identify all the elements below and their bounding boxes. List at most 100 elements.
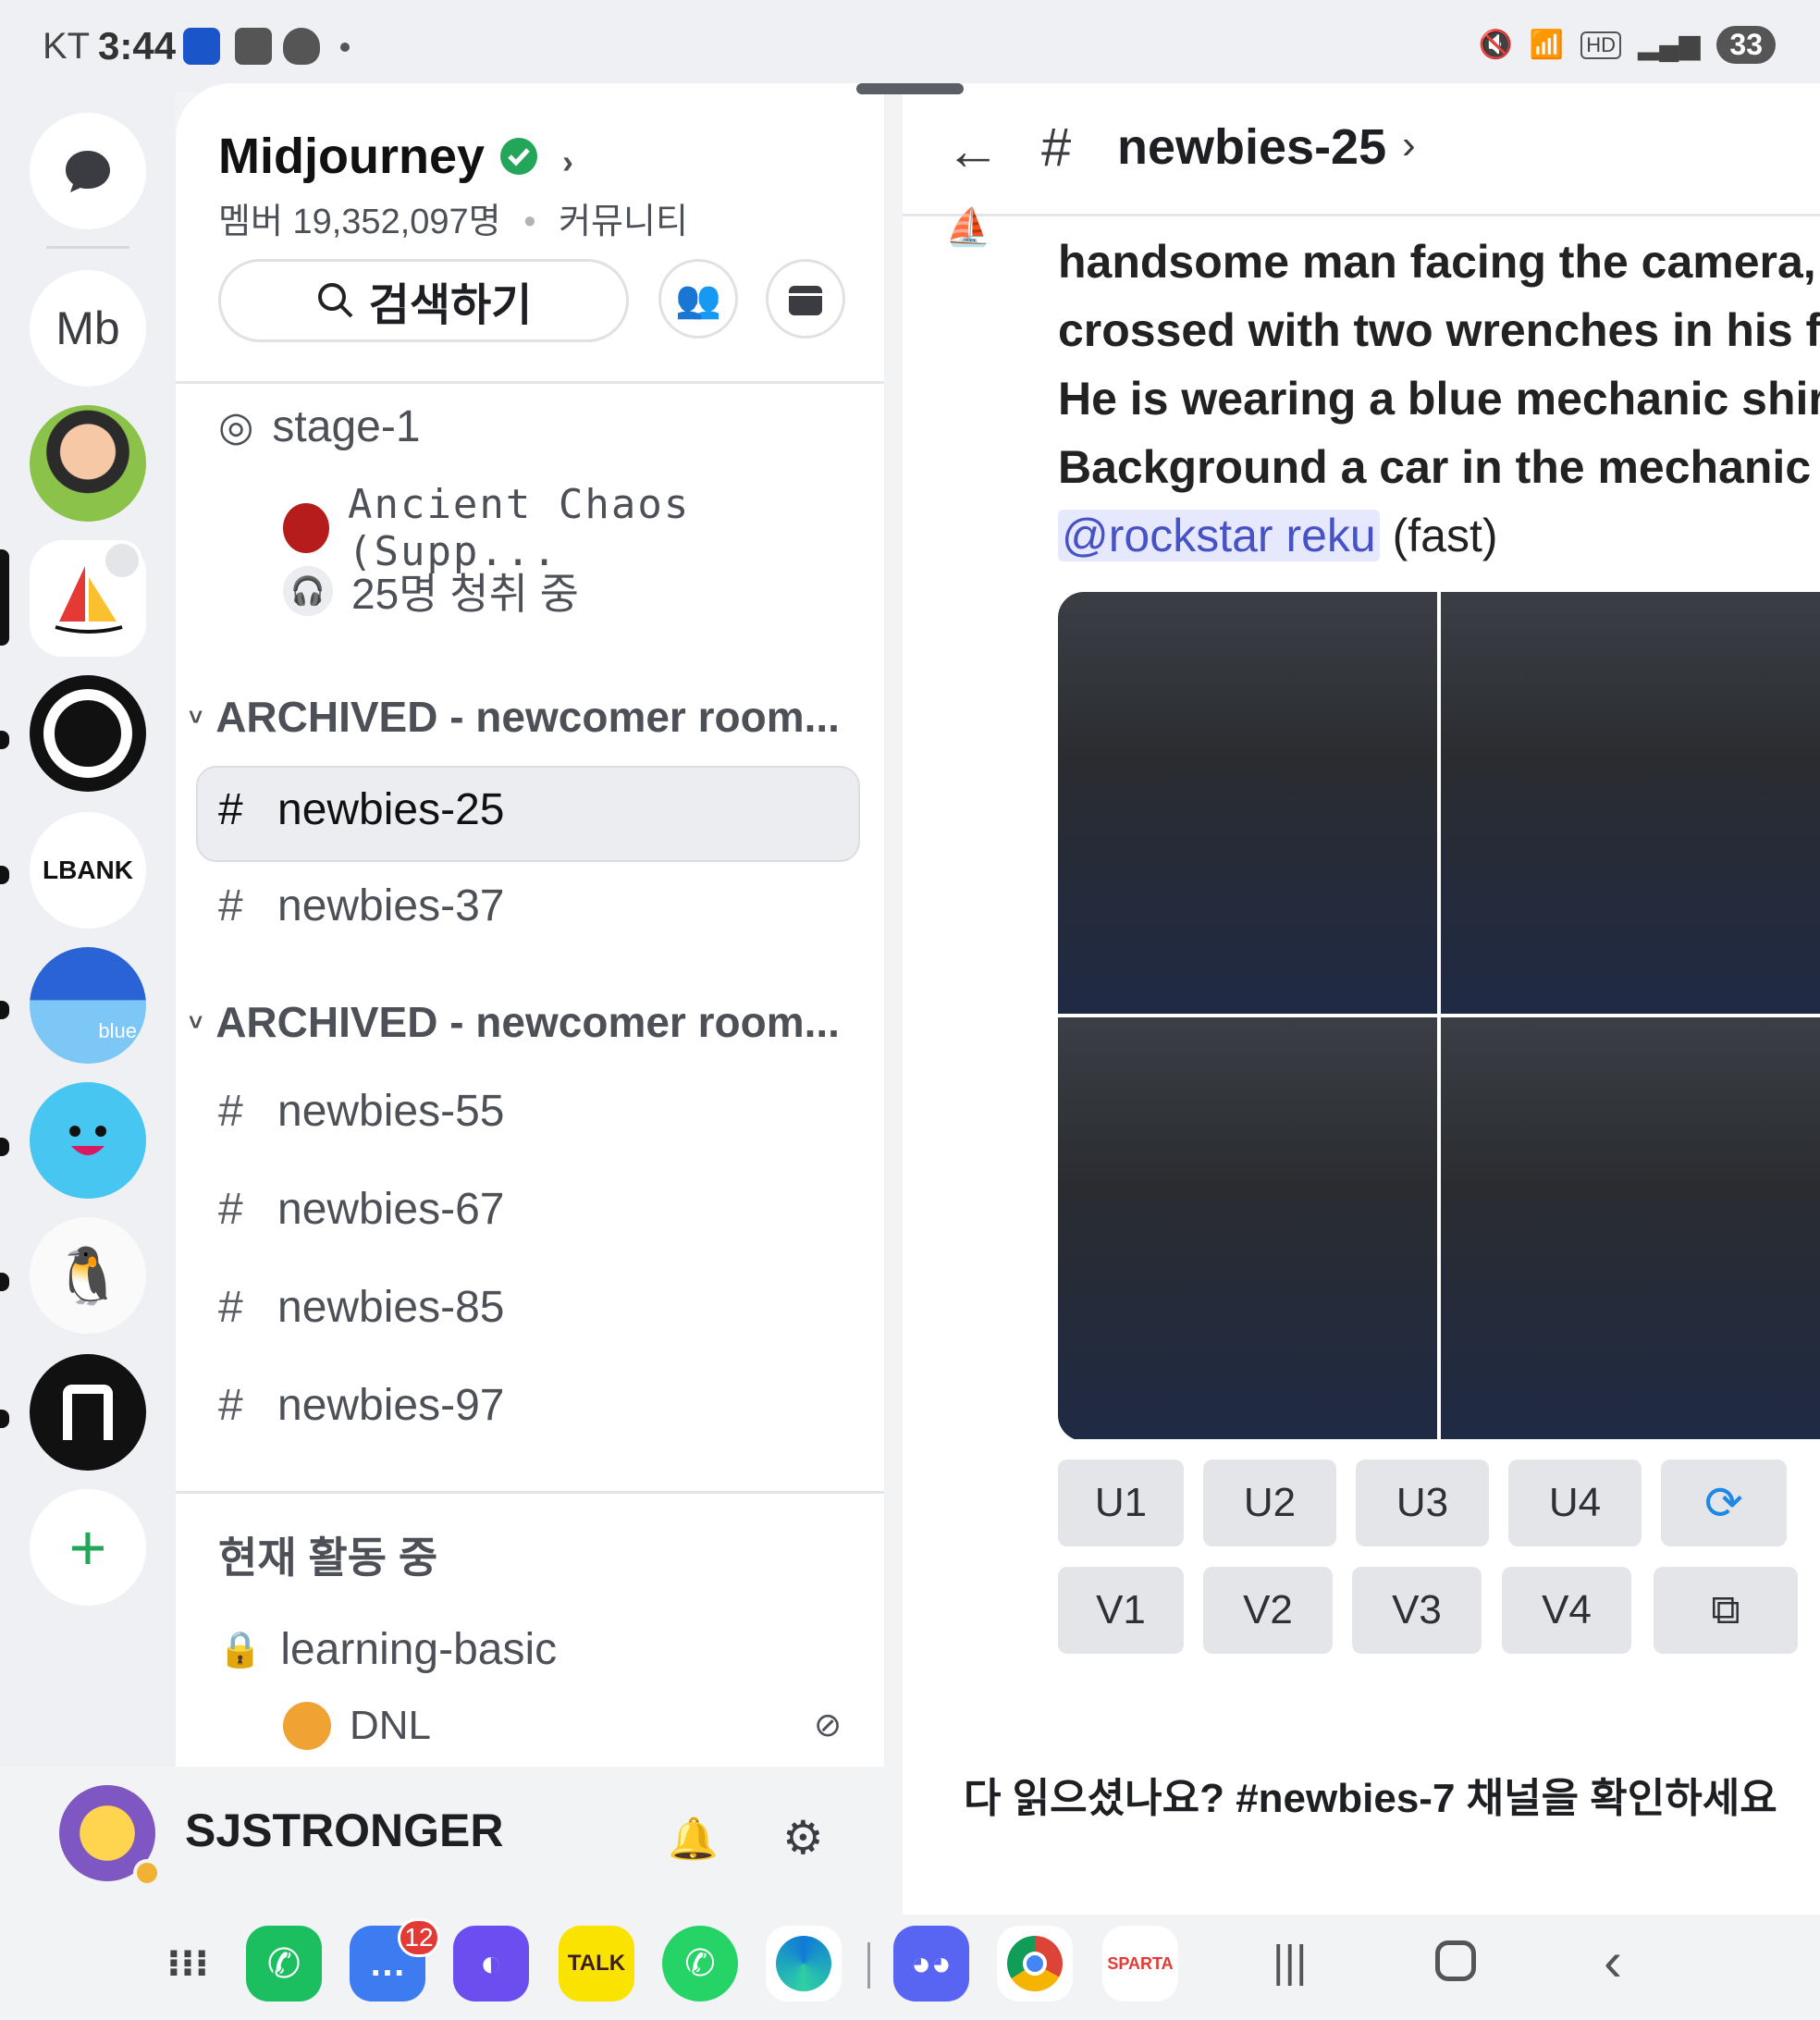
community-label: 커뮤니티 <box>559 203 688 241</box>
generated-image-4[interactable] <box>1441 1017 1820 1439</box>
home-icon[interactable] <box>1435 1940 1476 1981</box>
signal-icon: ▂▄▆ <box>1638 30 1701 60</box>
variation-3-button[interactable]: V3 <box>1352 1567 1482 1654</box>
voice-channel-learning-basic[interactable]: 🔒 learning-basic <box>218 1624 557 1675</box>
upscale-2-button[interactable]: U2 <box>1203 1460 1336 1546</box>
category-label: ARCHIVED - newcomer room... <box>215 693 840 741</box>
search-icon <box>317 283 353 318</box>
discord-app-icon[interactable]: ◕◕ <box>893 1926 969 2002</box>
upscale-3-button[interactable]: U3 <box>1356 1460 1489 1546</box>
prompt-line: Background a car in the mechanic s <box>1058 441 1820 493</box>
server-mb[interactable]: Mb <box>30 270 146 387</box>
category-label: ARCHIVED - newcomer room... <box>215 998 840 1046</box>
chevron-right-icon: › <box>562 142 574 180</box>
server-blue[interactable]: blue <box>30 947 146 1064</box>
channel-newbies-25[interactable]: # newbies-25 <box>218 784 504 835</box>
verified-icon <box>500 138 538 175</box>
ring-icon <box>43 689 132 778</box>
back-icon[interactable]: ‹ <box>1604 1929 1622 1993</box>
server-avatar[interactable] <box>30 405 146 522</box>
channel-newbies-97[interactable]: # newbies-97 <box>218 1380 504 1431</box>
variation-4-button[interactable]: V4 <box>1502 1567 1631 1654</box>
locked-hash-icon: # <box>218 1381 243 1430</box>
listener-count: 25명 청취 중 <box>351 570 580 618</box>
unread-indicator <box>0 1410 9 1428</box>
server-dark[interactable] <box>30 1354 146 1471</box>
generated-image-3[interactable] <box>1058 1017 1437 1439</box>
channel-panel: Midjourney › 멤버 19,352,097명 • 커뮤니티 검색하기 … <box>176 83 884 1767</box>
events-button[interactable] <box>766 259 845 339</box>
server-lbank-label: LBANK <box>43 856 133 884</box>
internet-app-icon[interactable]: ◐ <box>453 1926 529 2002</box>
server-ring[interactable] <box>30 675 146 792</box>
server-lbank[interactable]: LBANK <box>30 812 146 929</box>
whatsapp-app-icon[interactable]: ✆ <box>662 1926 738 2002</box>
stage-listeners: 🎧 25명 청취 중 <box>283 560 579 622</box>
edge-app-icon[interactable] <box>766 1926 842 2002</box>
user-bar: SJSTRONGER 🔔 ⚙ <box>0 1767 884 1915</box>
search-button[interactable]: 검색하기 <box>218 259 629 342</box>
search-label: 검색하기 <box>368 281 533 330</box>
app-dock: ⁝⁝⁝ ✆ … 12 ◐ TALK ✆ ◕◕ SPARTA ||| ‹ <box>0 1915 1820 2020</box>
open-external-button[interactable]: ⧉ <box>1654 1567 1798 1654</box>
planet-icon: ◐ <box>479 1942 503 1984</box>
username: SJSTRONGER <box>185 1804 504 1856</box>
recent-apps-icon[interactable]: ||| <box>1273 1937 1307 1988</box>
chrome-app-icon[interactable] <box>997 1926 1073 2002</box>
voice-user-dnl[interactable]: DNL <box>283 1702 431 1750</box>
server-sticker[interactable]: 🐧 <box>30 1217 146 1334</box>
channel-newbies-67[interactable]: # newbies-67 <box>218 1184 504 1235</box>
channel-newbies-37[interactable]: # newbies-37 <box>218 881 504 931</box>
stage-name: stage-1 <box>272 402 421 451</box>
server-name[interactable]: Midjourney › <box>218 128 573 185</box>
variation-1-button[interactable]: V1 <box>1058 1567 1184 1654</box>
smiley-icon <box>69 1126 106 1155</box>
clock: 3:44 <box>98 24 177 68</box>
chrome-icon <box>1007 1936 1063 1991</box>
add-server-button[interactable]: + <box>30 1489 146 1606</box>
channel-newbies-55[interactable]: # newbies-55 <box>218 1086 504 1137</box>
reroll-button[interactable]: ⟳ <box>1661 1460 1787 1546</box>
selected-server-indicator <box>0 549 9 646</box>
invite-members-button[interactable]: 👥 <box>658 259 738 339</box>
user-mention[interactable]: @rockstar reku <box>1058 510 1380 561</box>
upscale-4-button[interactable]: U4 <box>1508 1460 1642 1546</box>
voice-user-name: DNL <box>350 1703 432 1748</box>
locked-hash-icon: # <box>218 1185 243 1234</box>
generated-image-2[interactable] <box>1441 592 1820 1014</box>
back-arrow-icon[interactable]: ← <box>945 118 1001 182</box>
channel-label: newbies-97 <box>277 1381 505 1430</box>
image-grid[interactable] <box>1058 592 1820 1441</box>
upscale-1-button[interactable]: U1 <box>1058 1460 1184 1546</box>
unread-indicator <box>0 1001 9 1019</box>
variation-2-button[interactable]: V2 <box>1203 1567 1333 1654</box>
channel-newbies-85[interactable]: # newbies-85 <box>218 1282 504 1333</box>
server-smiley[interactable] <box>30 1082 146 1199</box>
dock-divider <box>867 1942 870 1989</box>
muted-mic-icon: ⊘ <box>814 1706 842 1743</box>
server-meta: 멤버 19,352,097명 • 커뮤니티 <box>218 192 688 243</box>
direct-messages-button[interactable] <box>30 113 146 229</box>
stage-channel[interactable]: ◎ stage-1 <box>218 401 421 452</box>
channel-title[interactable]: newbies-25 <box>1117 118 1386 176</box>
speaker-badge-icon <box>102 540 142 581</box>
whatsapp-icon: ✆ <box>684 1943 716 1984</box>
active-now-heading: 현재 활동 중 <box>218 1533 438 1582</box>
sparta-app-icon[interactable]: SPARTA <box>1102 1926 1178 2002</box>
settings-gear-icon[interactable]: ⚙ <box>782 1811 824 1865</box>
generated-image-1[interactable] <box>1058 592 1437 1014</box>
unread-indicator <box>0 1273 9 1291</box>
category-archived-1[interactable]: ˅ ARCHIVED - newcomer room... <box>189 692 840 742</box>
status-right: 🔇 📶 HD ▂▄▆ 33 <box>1479 26 1776 64</box>
refresh-icon: ⟳ <box>1704 1477 1743 1529</box>
locked-hash-icon: # <box>218 1087 243 1136</box>
member-count: 멤버 19,352,097명 <box>218 203 501 241</box>
status-bar: KT 3:44 🔇 📶 HD ▂▄▆ 33 <box>0 0 1820 92</box>
kakaotalk-app-icon[interactable]: TALK <box>559 1926 634 2002</box>
category-archived-2[interactable]: ˅ ARCHIVED - newcomer room... <box>189 997 840 1047</box>
notification-bell-icon[interactable]: 🔔 <box>668 1815 719 1863</box>
edge-icon <box>776 1936 831 1991</box>
phone-app-icon[interactable]: ✆ <box>246 1926 322 2002</box>
apps-grid-icon[interactable]: ⁝⁝⁝ <box>150 1926 226 2002</box>
discord-avatar-icon <box>283 1702 331 1750</box>
